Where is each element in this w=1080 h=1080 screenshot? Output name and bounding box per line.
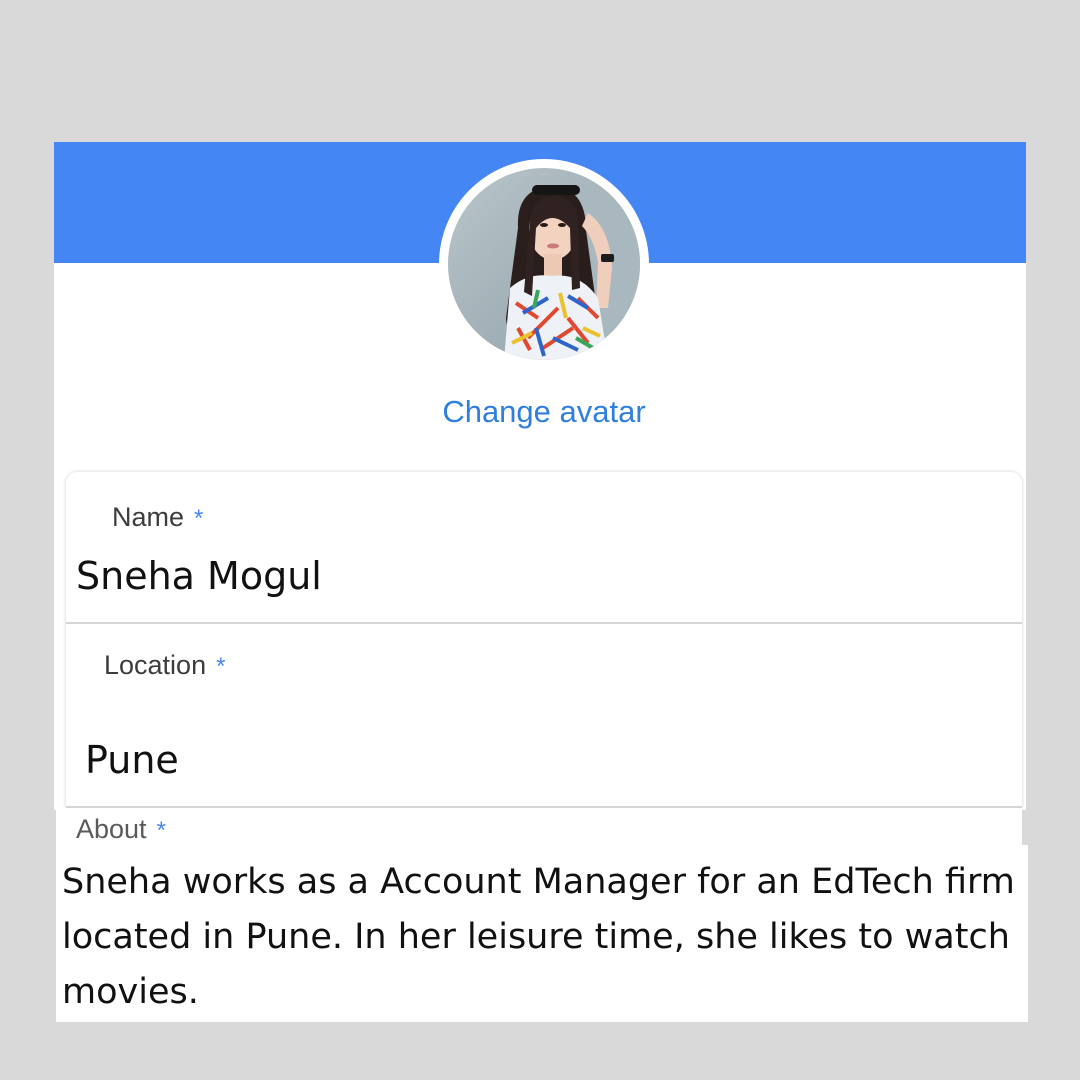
name-label-group: Name *: [112, 502, 203, 533]
about-label: About: [76, 814, 147, 844]
name-input-value[interactable]: Sneha Mogul: [76, 554, 322, 598]
location-label: Location: [104, 650, 207, 680]
about-field-header: About *: [56, 808, 1022, 848]
location-field[interactable]: Location * Pune: [66, 624, 1022, 808]
avatar[interactable]: [448, 168, 640, 360]
location-label-group: Location *: [104, 650, 225, 681]
profile-form: Name * Sneha Mogul Location * Pune: [66, 472, 1022, 808]
about-textarea-value[interactable]: Sneha works as a Account Manager for an …: [62, 855, 1022, 1020]
location-input-value[interactable]: Pune: [85, 738, 179, 782]
about-field[interactable]: Sneha works as a Account Manager for an …: [56, 845, 1028, 1022]
about-label-group: About *: [76, 814, 166, 845]
name-field[interactable]: Name * Sneha Mogul: [66, 472, 1022, 624]
avatar-frame: [439, 159, 649, 369]
name-required-mark: *: [194, 505, 204, 532]
change-avatar-link[interactable]: Change avatar: [54, 394, 1034, 430]
name-label: Name: [112, 502, 185, 532]
location-required-mark: *: [216, 653, 226, 680]
about-required-mark: *: [156, 817, 166, 844]
avatar-photo: [448, 168, 640, 360]
